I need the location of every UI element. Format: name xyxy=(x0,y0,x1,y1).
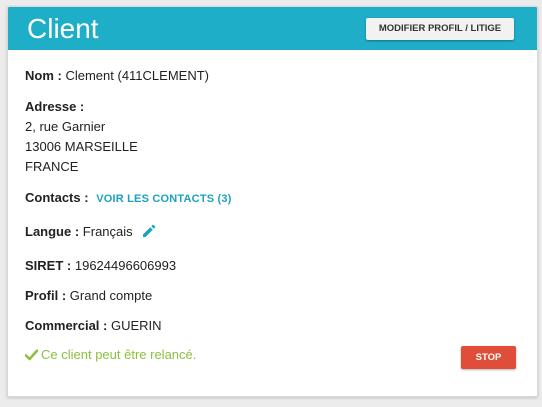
field-profil: Profil : Grand compte xyxy=(25,286,152,306)
adresse-line-country: FRANCE xyxy=(25,159,79,174)
langue-label: Langue : xyxy=(25,224,80,239)
adresse-line-city: 13006 MARSEILLE xyxy=(25,139,138,154)
siret-value: 19624496606993 xyxy=(74,258,177,273)
view-contacts-link[interactable]: VOIR LES CONTACTS (3) xyxy=(96,193,231,205)
siret-label: SIRET : xyxy=(25,258,72,273)
pencil-icon[interactable] xyxy=(142,224,156,244)
adresse-line-street: 2, rue Garnier xyxy=(25,119,106,134)
profil-label: Profil : xyxy=(25,288,67,303)
field-langue: Langue : Français xyxy=(25,222,156,244)
contacts-label: Contacts : xyxy=(25,190,89,205)
nom-label: Nom : xyxy=(25,68,62,83)
commercial-label: Commercial : xyxy=(25,318,108,333)
edit-profile-button[interactable]: MODIFIER PROFIL / LITIGE xyxy=(366,18,514,40)
adresse-label: Adresse : xyxy=(25,99,85,114)
check-icon xyxy=(24,347,39,367)
langue-value: Français xyxy=(82,224,133,239)
page-title: Client xyxy=(27,13,99,44)
field-contacts: Contacts : VOIR LES CONTACTS (3) xyxy=(25,188,232,209)
stop-button[interactable]: STOP xyxy=(461,346,516,369)
status-text: Ce client peut être relancé. xyxy=(41,347,197,362)
profil-value: Grand compte xyxy=(69,288,153,303)
client-card: Client MODIFIER PROFIL / LITIGE Nom : Cl… xyxy=(7,6,538,397)
field-adresse: Adresse : 2, rue Garnier 13006 MARSEILLE… xyxy=(25,97,138,177)
relance-status: Ce client peut être relancé. xyxy=(24,345,197,367)
field-siret: SIRET : 19624496606993 xyxy=(25,256,176,276)
field-commercial: Commercial : GUERIN xyxy=(25,316,162,336)
nom-value: Clement (411CLEMENT) xyxy=(65,68,209,83)
card-header: Client MODIFIER PROFIL / LITIGE xyxy=(8,7,537,50)
commercial-value: GUERIN xyxy=(111,318,162,333)
field-nom: Nom : Clement (411CLEMENT) xyxy=(25,66,209,86)
